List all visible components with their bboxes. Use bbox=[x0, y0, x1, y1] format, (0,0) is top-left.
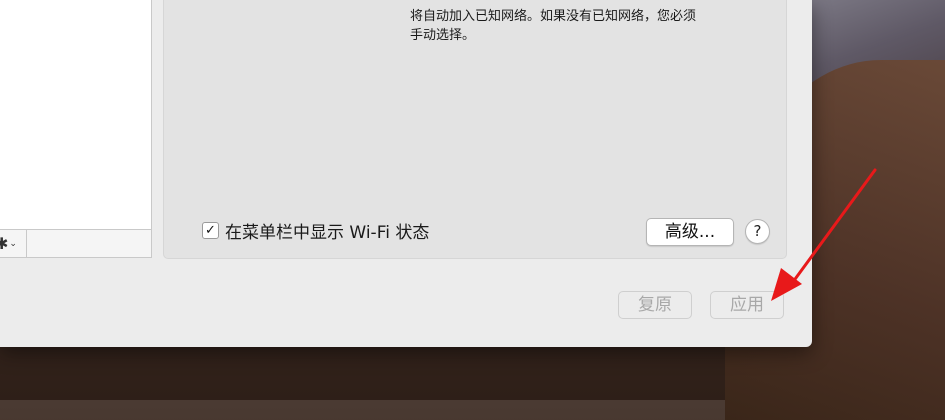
show-wifi-status-label[interactable]: 在菜单栏中显示 Wi-Fi 状态 bbox=[225, 218, 429, 243]
action-menu-button[interactable]: ✱ ⌄ bbox=[0, 230, 27, 257]
help-button[interactable]: ? bbox=[745, 219, 770, 244]
show-wifi-status-checkbox[interactable]: ✓ bbox=[202, 222, 219, 239]
network-service-list[interactable] bbox=[0, 0, 152, 230]
advanced-button[interactable]: 高级... bbox=[646, 218, 734, 246]
revert-button[interactable]: 复原 bbox=[618, 291, 692, 319]
list-toolbar: ✱ ⌄ bbox=[0, 230, 152, 258]
apply-button[interactable]: 应用 bbox=[710, 291, 784, 319]
gear-icon: ✱ bbox=[0, 234, 9, 253]
chevron-down-icon: ⌄ bbox=[9, 238, 17, 249]
auto-join-description: 将自动加入已知网络。如果没有已知网络，您必须 手动选择。 bbox=[410, 9, 697, 43]
show-wifi-status-option[interactable]: ✓ 在菜单栏中显示 Wi-Fi 状态 bbox=[202, 218, 429, 243]
checkmark-icon: ✓ bbox=[205, 223, 216, 238]
network-preferences-window: ✱ ⌄ 将自动加入已知网络。如果没有已知网络，您必须 手动选择。 ✓ 在菜单栏中… bbox=[0, 0, 812, 347]
wifi-detail-panel: 将自动加入已知网络。如果没有已知网络，您必须 手动选择。 ✓ 在菜单栏中显示 W… bbox=[163, 0, 787, 259]
